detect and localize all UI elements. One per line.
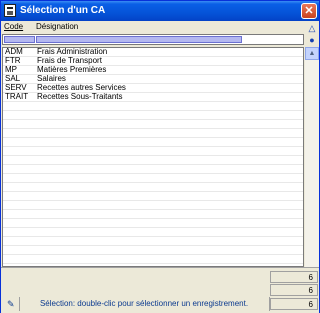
table-row[interactable] bbox=[3, 120, 303, 129]
title-bar[interactable]: Sélection d'un CA ✕ bbox=[1, 1, 319, 21]
cell-designation: Recettes autres Services bbox=[37, 83, 126, 92]
column-header-designation[interactable]: Désignation bbox=[36, 22, 78, 31]
table-row[interactable] bbox=[3, 138, 303, 147]
record-count-bottom: 6 bbox=[270, 298, 318, 310]
filter-input-code[interactable] bbox=[4, 36, 35, 43]
table-row[interactable] bbox=[3, 183, 303, 192]
filter-row bbox=[2, 34, 304, 45]
cell-designation: Salaires bbox=[37, 74, 66, 83]
window-title: Sélection d'un CA bbox=[20, 5, 106, 16]
close-button[interactable]: ✕ bbox=[301, 3, 317, 19]
column-headers: Code Désignation bbox=[2, 21, 302, 33]
pen-icon: ✎ bbox=[7, 299, 15, 309]
table-row[interactable] bbox=[3, 147, 303, 156]
table-row[interactable] bbox=[3, 237, 303, 246]
dialog-window: Sélection d'un CA ✕ Code Désignation △ ●… bbox=[0, 0, 320, 313]
table-row[interactable] bbox=[3, 192, 303, 201]
status-separator bbox=[19, 297, 20, 311]
table-row[interactable] bbox=[3, 201, 303, 210]
table-row[interactable] bbox=[3, 174, 303, 183]
cell-code: ADM bbox=[5, 47, 23, 56]
record-count-top: 6 bbox=[270, 271, 318, 283]
table-row[interactable] bbox=[3, 210, 303, 219]
scroll-up-icon[interactable]: ▲ bbox=[305, 47, 319, 60]
status-message: Sélection: double-clic pour sélectionner… bbox=[39, 299, 249, 308]
triangle-up-icon[interactable]: △ bbox=[307, 23, 317, 33]
cell-code: MP bbox=[5, 65, 17, 74]
table-row[interactable] bbox=[3, 165, 303, 174]
cell-designation: Matières Premières bbox=[37, 65, 107, 74]
table-row[interactable] bbox=[3, 156, 303, 165]
record-count-middle: 6 bbox=[270, 284, 318, 296]
cell-code: SAL bbox=[5, 74, 21, 83]
cell-code: TRAIT bbox=[5, 92, 29, 101]
table-row[interactable]: TRAIT Recettes Sous-Traitants bbox=[3, 93, 303, 102]
table-row[interactable] bbox=[3, 129, 303, 138]
table-row[interactable] bbox=[3, 219, 303, 228]
cell-code: FTR bbox=[5, 56, 21, 65]
database-icon[interactable]: ● bbox=[307, 35, 317, 45]
filter-input-designation[interactable] bbox=[36, 36, 242, 43]
cell-designation: Frais de Transport bbox=[37, 56, 102, 65]
app-icon bbox=[4, 4, 16, 17]
cell-designation: Recettes Sous-Traitants bbox=[37, 92, 123, 101]
table-row[interactable] bbox=[3, 111, 303, 120]
table-row[interactable] bbox=[3, 255, 303, 264]
table-row[interactable] bbox=[3, 228, 303, 237]
cell-code: SERV bbox=[5, 83, 27, 92]
status-separator bbox=[269, 297, 270, 311]
column-header-code[interactable]: Code bbox=[4, 22, 23, 31]
table-row[interactable] bbox=[3, 102, 303, 111]
results-grid[interactable]: ADM Frais Administration FTR Frais de Trans… bbox=[2, 47, 304, 267]
vertical-scrollbar[interactable]: ▲ bbox=[305, 47, 319, 267]
table-row[interactable] bbox=[3, 246, 303, 255]
cell-designation: Frais Administration bbox=[37, 47, 108, 56]
